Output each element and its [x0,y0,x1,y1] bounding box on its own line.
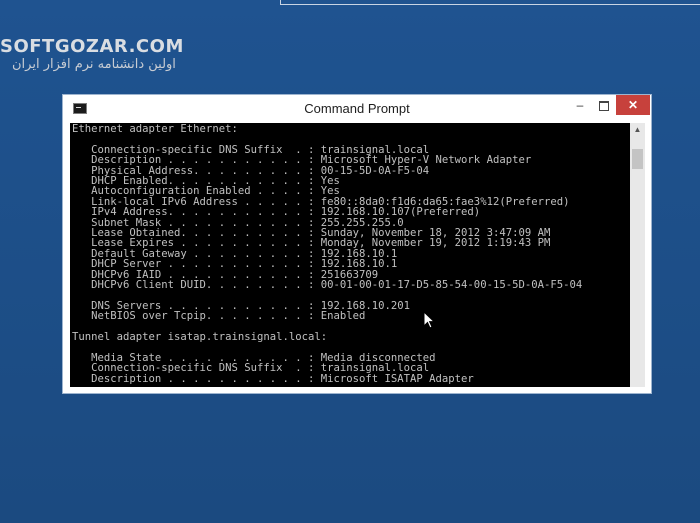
title-bar[interactable]: Command Prompt ‒ ✕ [63,95,651,123]
watermark-site: SOFTGOZAR.COM [0,36,184,57]
console-line: Tunnel adapter isatap.trainsignal.local: [72,331,328,344]
command-prompt-window[interactable]: Command Prompt ‒ ✕ Ethernet adapter Ethe… [62,94,652,394]
close-icon: ✕ [627,98,639,112]
console-line: DHCPv6 Client DUID. . . . . . . . : 00-0… [72,279,583,292]
taskbar-edge [280,0,700,5]
scroll-up-icon[interactable]: ▲ [630,123,645,137]
window-title: Command Prompt [304,101,410,116]
maximize-button[interactable] [592,95,616,115]
console-line: NetBIOS over Tcpip. . . . . . . . : Enab… [72,310,366,323]
minimize-icon: ‒ [576,98,584,112]
console-line: Ethernet adapter Ethernet: [72,123,238,135]
console-output[interactable]: Ethernet adapter Ethernet: Connection-sp… [70,123,630,387]
console-line: Description . . . . . . . . . . . : Micr… [72,372,474,385]
watermark-tagline: اولین دانشنامه نرم افزار ایران [12,57,176,72]
vertical-scrollbar[interactable]: ▲ [630,123,645,387]
minimize-button[interactable]: ‒ [568,95,592,115]
mouse-pointer-icon [423,310,436,329]
close-button[interactable]: ✕ [616,95,650,115]
maximize-icon [599,100,609,111]
console-text: Ethernet adapter Ethernet: Connection-sp… [70,123,630,384]
scroll-thumb[interactable] [632,149,643,169]
